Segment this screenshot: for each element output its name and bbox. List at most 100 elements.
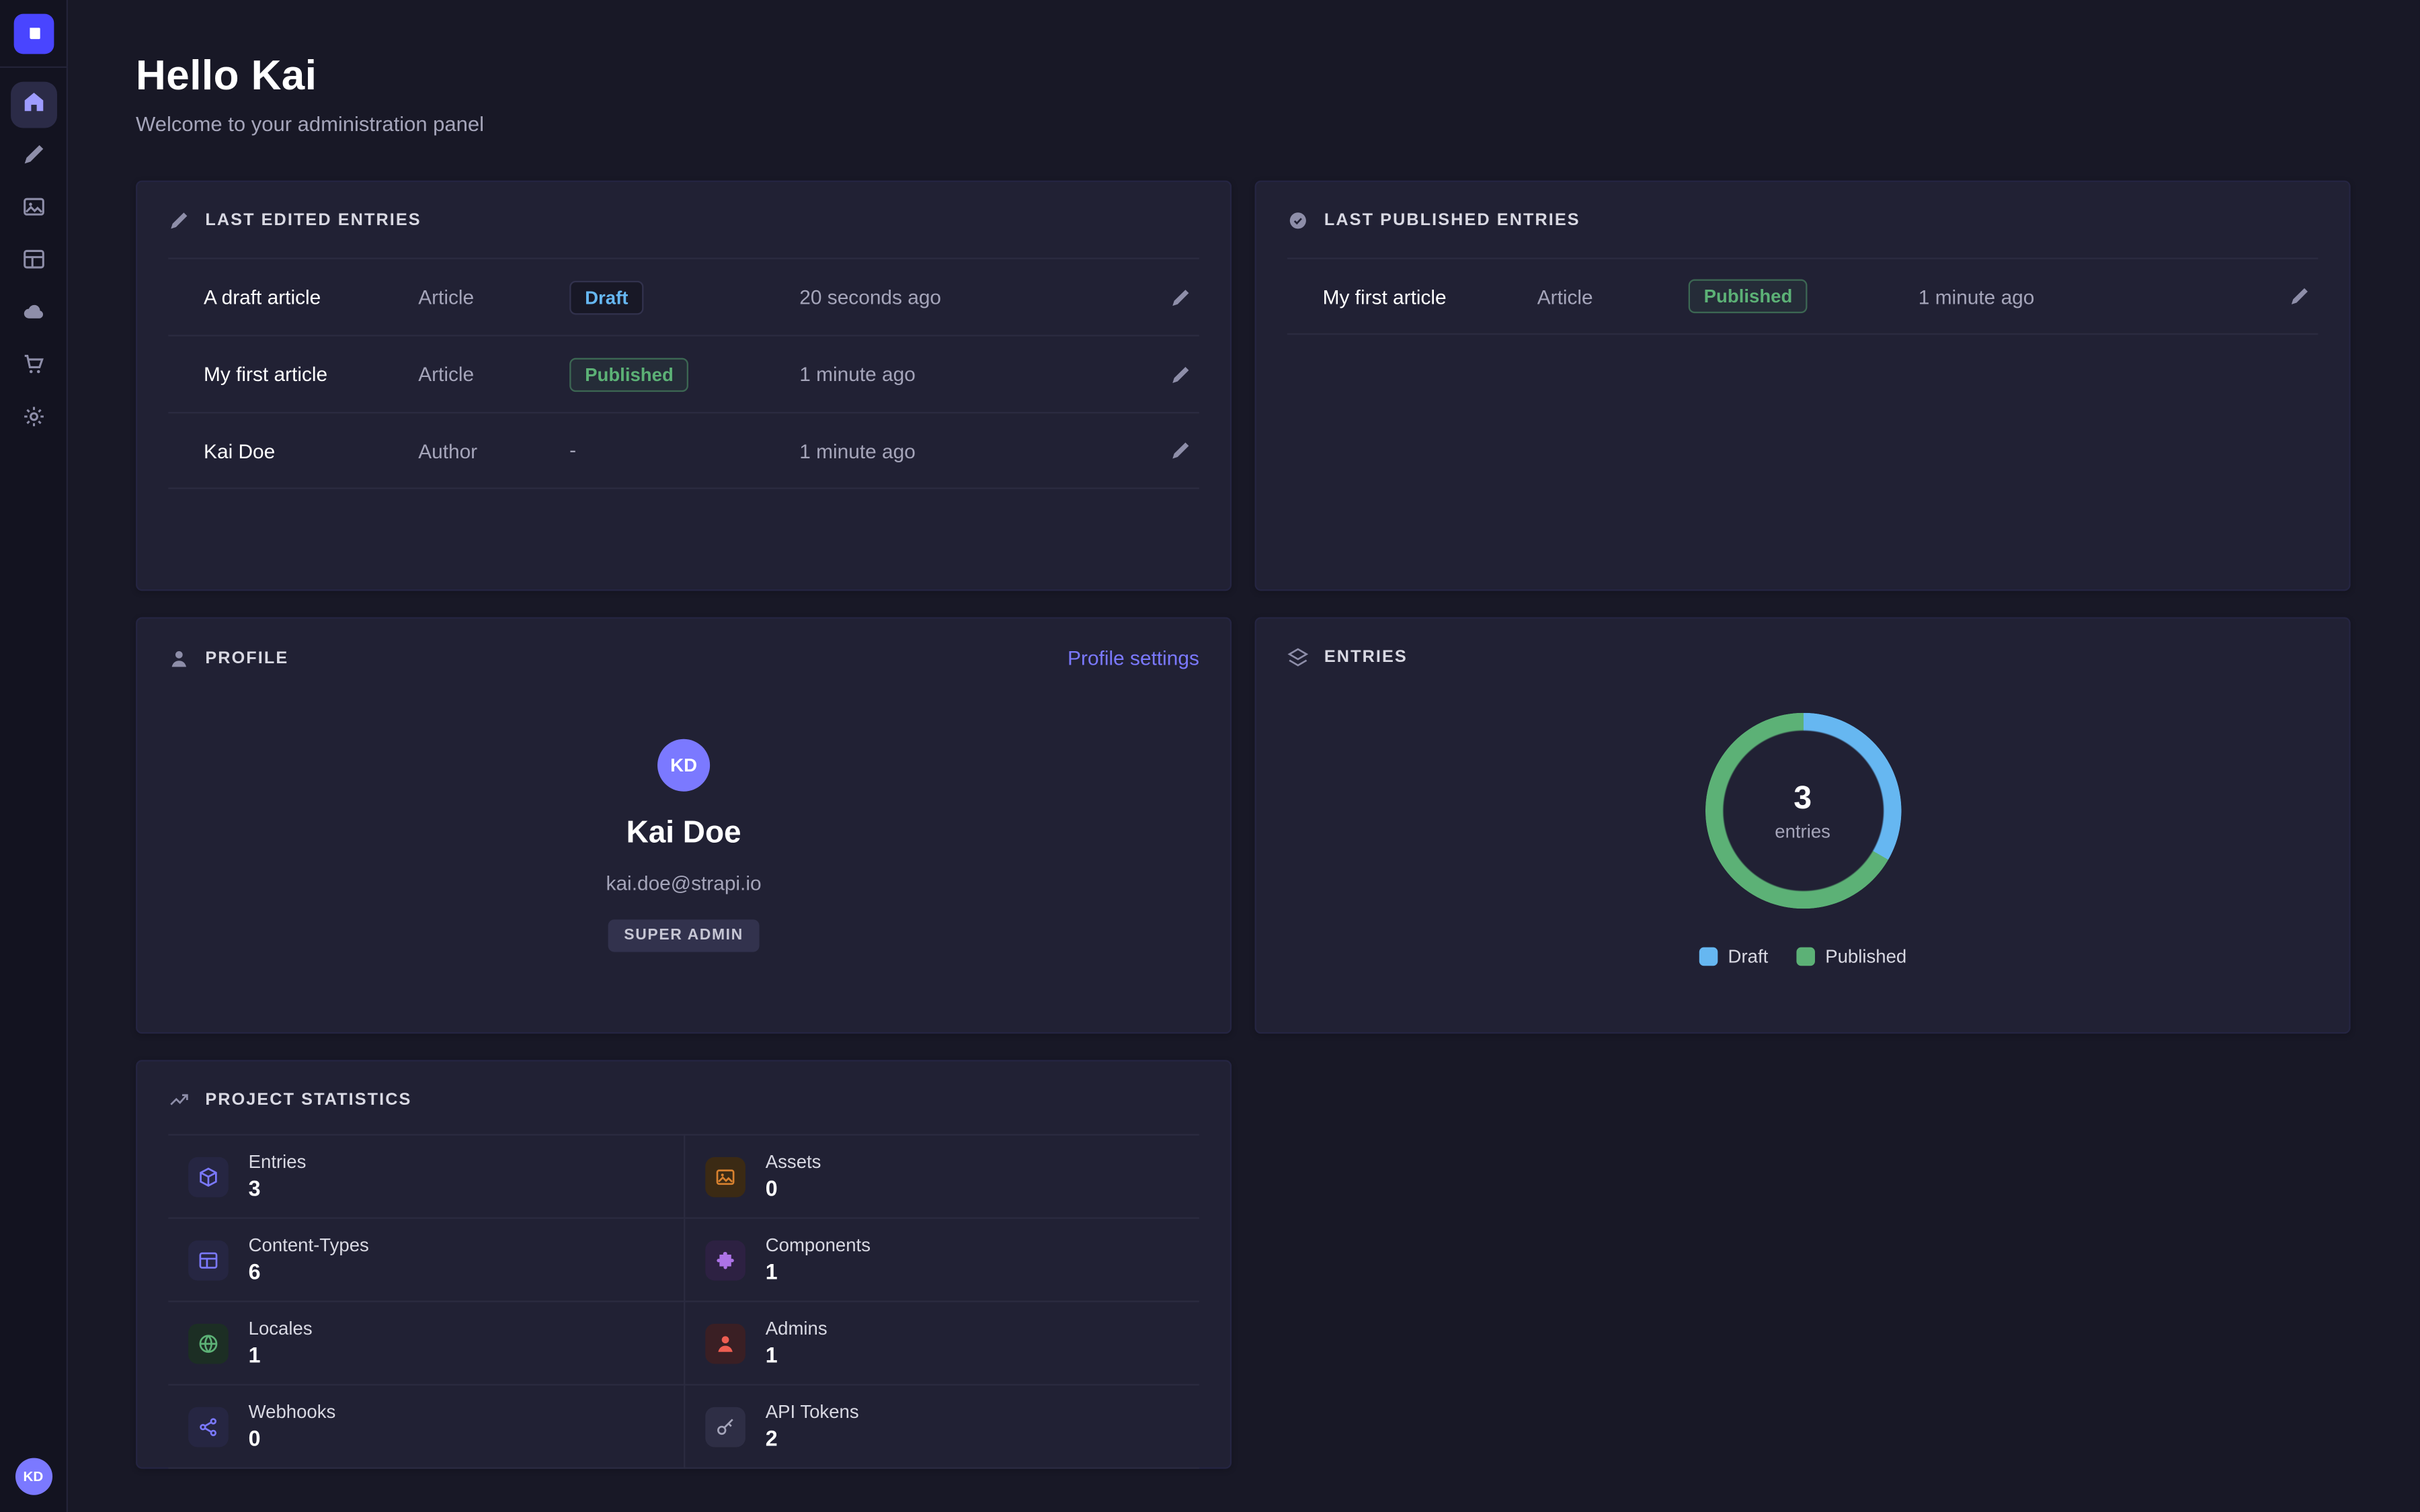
entry-type: Article <box>1537 285 1689 308</box>
content-type-builder-icon <box>21 246 46 278</box>
profile-name: Kai Doe <box>627 816 741 852</box>
entry-time: 20 seconds ago <box>799 286 1153 308</box>
sidebar-item-content-type-builder[interactable] <box>10 239 56 286</box>
last-edited-table: A draft article Article Draft 20 seconds… <box>168 257 1199 489</box>
stat-label: Content-Types <box>249 1234 369 1257</box>
sidebar-item-marketplace[interactable] <box>10 344 56 390</box>
table-row: Kai Doe Author - 1 minute ago <box>168 412 1199 489</box>
stat-components: Components1 <box>684 1219 1199 1302</box>
donut-center-label: entries <box>1775 820 1830 841</box>
sidebar-item-settings[interactable] <box>10 396 56 443</box>
stat-entries: Entries3 <box>168 1136 684 1219</box>
edit-entry-button[interactable] <box>1162 432 1199 469</box>
layout-icon <box>188 1240 229 1280</box>
entry-type: Author <box>418 439 569 462</box>
card-title: PROJECT STATISTICS <box>205 1091 411 1109</box>
role-badge: SUPER ADMIN <box>608 919 758 952</box>
page-subtitle: Welcome to your administration panel <box>136 113 2351 136</box>
entries-card: ENTRIES 3 entries Draft Published <box>1255 617 2351 1034</box>
avatar: KD <box>657 739 710 792</box>
stat-label: Admins <box>766 1318 828 1341</box>
stat-label: API Tokens <box>766 1401 859 1424</box>
stat-content-types: Content-Types6 <box>168 1219 684 1302</box>
marketplace-icon <box>21 351 46 383</box>
check-circle-icon <box>1287 210 1309 231</box>
table-row: A draft article Article Draft 20 seconds… <box>168 257 1199 335</box>
legend-label: Draft <box>1728 946 1769 967</box>
edit-entry-button[interactable] <box>1162 355 1199 392</box>
pencil-icon <box>168 210 190 231</box>
card-title: PROFILE <box>205 648 288 667</box>
sidebar-item-cloud[interactable] <box>10 292 56 338</box>
entry-name: My first article <box>1323 285 1537 308</box>
profile-card: PROFILE Profile settings KD Kai Doe kai.… <box>136 617 1232 1034</box>
card-title: ENTRIES <box>1324 648 1408 667</box>
trending-up-icon <box>168 1089 190 1111</box>
donut-center-value: 3 <box>1793 780 1812 817</box>
table-row: My first article Article Published 1 min… <box>1287 257 2318 335</box>
globe-icon <box>188 1323 229 1363</box>
status-badge: Draft <box>569 280 643 314</box>
last-edited-entries-card: LAST EDITED ENTRIES A draft article Arti… <box>136 181 1232 591</box>
image-icon <box>705 1157 745 1197</box>
stats-table: Entries3 Assets0 Content-Types6 Componen… <box>168 1134 1199 1468</box>
user-icon <box>168 647 190 669</box>
entry-type: Article <box>418 363 569 386</box>
card-title: LAST PUBLISHED ENTRIES <box>1324 212 1580 230</box>
stat-value: 1 <box>766 1257 871 1285</box>
entry-name: My first article <box>204 363 418 386</box>
project-statistics-card: PROJECT STATISTICS Entries3 Assets0 Cont… <box>136 1060 1232 1468</box>
key-icon <box>705 1406 745 1447</box>
chart-legend: Draft Published <box>1699 946 1906 967</box>
puzzle-icon <box>705 1240 745 1280</box>
edit-entry-button[interactable] <box>2281 278 2318 314</box>
sidebar-nav <box>10 82 56 443</box>
admin-user-icon <box>705 1323 745 1363</box>
stat-api-tokens: API Tokens2 <box>684 1386 1199 1469</box>
legend-swatch <box>1699 948 1718 966</box>
sidebar-item-home[interactable] <box>10 82 56 128</box>
entry-time: 1 minute ago <box>799 439 1153 462</box>
entry-type: Article <box>418 286 569 308</box>
status-badge: Published <box>569 358 689 392</box>
stat-value: 1 <box>766 1341 828 1368</box>
strapi-logo-icon[interactable] <box>13 14 54 54</box>
sidebar-item-content-manager[interactable] <box>10 134 56 181</box>
sidebar-item-media-library[interactable] <box>10 187 56 233</box>
content-manager-icon <box>21 141 46 173</box>
stat-value: 0 <box>766 1174 821 1202</box>
edit-entry-button[interactable] <box>1162 278 1199 315</box>
stat-locales: Locales1 <box>168 1302 684 1386</box>
status-empty: - <box>569 438 576 461</box>
layers-icon <box>1287 646 1309 668</box>
last-published-entries-card: LAST PUBLISHED ENTRIES My first article … <box>1255 181 2351 591</box>
sidebar-divider <box>0 67 67 68</box>
stat-assets: Assets0 <box>684 1136 1199 1219</box>
stat-label: Assets <box>766 1151 821 1174</box>
profile-settings-link[interactable]: Profile settings <box>1067 646 1199 669</box>
user-avatar-menu[interactable]: KD <box>15 1458 52 1495</box>
stat-value: 6 <box>249 1257 369 1285</box>
stat-admins: Admins1 <box>684 1302 1199 1386</box>
page-title: Hello Kai <box>136 52 2351 100</box>
stat-webhooks: Webhooks0 <box>168 1386 684 1469</box>
media-library-icon <box>21 194 46 226</box>
entry-name: Kai Doe <box>204 439 418 462</box>
stat-value: 1 <box>249 1341 313 1368</box>
webhook-icon <box>188 1406 229 1447</box>
stat-label: Entries <box>249 1151 307 1174</box>
stat-value: 3 <box>249 1174 307 1202</box>
main-content: Hello Kai Welcome to your administration… <box>68 0 2420 1512</box>
legend-swatch <box>1796 948 1815 966</box>
stat-value: 0 <box>249 1424 336 1452</box>
stat-label: Components <box>766 1234 871 1257</box>
stat-value: 2 <box>766 1424 859 1452</box>
entry-time: 1 minute ago <box>1919 285 2272 308</box>
empty-grid-cell <box>1255 1060 2351 1468</box>
home-icon <box>21 89 46 121</box>
settings-icon <box>21 403 46 435</box>
table-row: My first article Article Published 1 min… <box>168 335 1199 412</box>
dashboard-grid: LAST EDITED ENTRIES A draft article Arti… <box>136 181 2351 1469</box>
legend-label: Published <box>1825 946 1906 967</box>
entry-time: 1 minute ago <box>799 363 1153 386</box>
